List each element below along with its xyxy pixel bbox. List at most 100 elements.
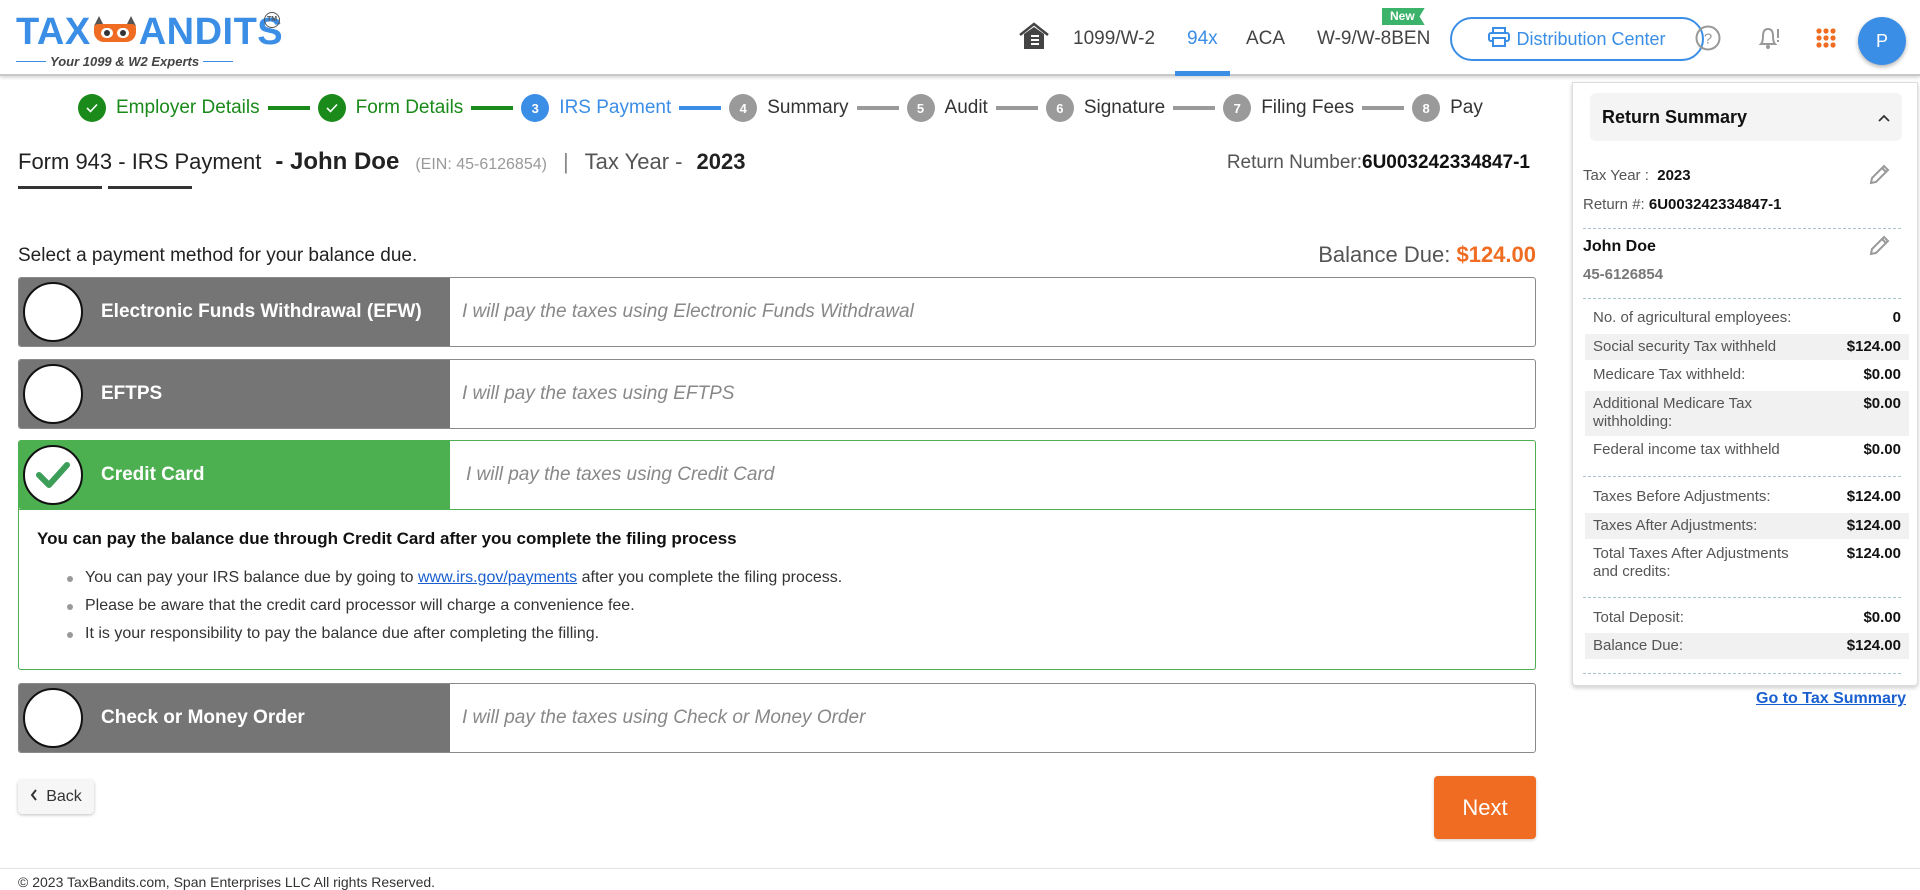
nav-aca[interactable]: ACA	[1246, 0, 1285, 76]
title-underline	[18, 186, 192, 189]
nav-94x[interactable]: 94x	[1175, 0, 1230, 76]
step-pay[interactable]: 8 Pay	[1412, 94, 1483, 122]
tax-year-label: Tax Year -	[584, 149, 683, 174]
radio-button[interactable]	[23, 688, 83, 748]
option-description: I will pay the taxes using Check or Mone…	[462, 707, 866, 728]
step-employer-details[interactable]: Employer Details	[78, 94, 260, 122]
option-title: Credit Card	[101, 464, 205, 485]
list-item: Please be aware that the credit card pro…	[67, 597, 1517, 615]
credit-card-heading: You can pay the balance due through Cred…	[37, 529, 737, 548]
step-signature[interactable]: 6 Signature	[1045, 94, 1165, 122]
edit-pencil-icon[interactable]	[1867, 163, 1891, 187]
summary-row: Total Deposit: $0.00	[1593, 609, 1901, 626]
logo-tagline: Your 1099 & W2 Experts	[50, 54, 200, 69]
step-connector	[679, 106, 722, 110]
option-description: I will pay the taxes using EFTPS	[462, 383, 735, 404]
payment-option-check-money-order[interactable]: Check or Money Order I will pay the taxe…	[18, 683, 1536, 753]
step-irs-payment[interactable]: 3 IRS Payment	[521, 94, 671, 122]
dashed-divider	[1583, 597, 1901, 598]
summary-row: Total Taxes After Adjustments and credit…	[1593, 545, 1901, 580]
step-connector	[267, 106, 310, 110]
step-number: 6	[1045, 94, 1074, 122]
logo-text-right: ANDITS	[138, 11, 284, 53]
page-title: Form 943 - IRS Payment - John Doe (EIN: …	[18, 148, 745, 176]
summary-employer-ein: 45-6126854	[1583, 266, 1664, 283]
logo-text-left: TAX	[16, 11, 91, 53]
return-summary-panel: Return Summary Tax Year : 2023 Return #:…	[1572, 82, 1918, 686]
summary-return-number: Return #: 6U003242334847-1	[1583, 196, 1782, 213]
home-icon[interactable]	[1018, 20, 1050, 52]
apps-grid-icon[interactable]	[1812, 24, 1840, 52]
dashed-divider	[1583, 228, 1901, 229]
summary-row: Additional Medicare Tax withholding: $0.0…	[1585, 391, 1909, 436]
irs-payments-link[interactable]: www.irs.gov/payments	[418, 569, 577, 586]
summary-row: Balance Due: $124.00	[1585, 633, 1909, 659]
balance-due: Balance Due: $124.00	[1318, 242, 1536, 267]
dashed-divider	[1583, 673, 1901, 674]
return-summary-title: Return Summary	[1602, 106, 1748, 127]
step-connector	[1173, 106, 1216, 110]
summary-row: Social security Tax withheld $124.00	[1585, 334, 1909, 360]
title-separator: |	[562, 149, 569, 174]
option-title: Electronic Funds Withdrawal (EFW)	[101, 301, 422, 322]
employer-name: - John Doe	[275, 148, 400, 175]
step-number: 5	[906, 94, 935, 122]
form-title: Form 943 - IRS Payment	[18, 149, 262, 174]
step-form-details[interactable]: Form Details	[317, 94, 463, 122]
radio-button[interactable]	[23, 364, 83, 424]
taxbandits-logo[interactable]: TAX ANDITS TM Your 1099 & W2 Experts	[16, 10, 286, 70]
payment-option-efw[interactable]: Electronic Funds Withdrawal (EFW) I will…	[18, 277, 1536, 347]
dashed-divider	[1583, 298, 1901, 299]
go-to-tax-summary-link[interactable]: Go to Tax Summary	[1756, 690, 1906, 708]
option-title: Check or Money Order	[101, 707, 305, 728]
dashed-divider	[1583, 476, 1901, 477]
step-summary[interactable]: 4 Summary	[729, 94, 849, 122]
return-summary-toggle[interactable]: Return Summary	[1590, 93, 1902, 141]
bell-icon[interactable]	[1755, 24, 1783, 52]
progress-stepper: Employer Details Form Details 3 IRS Paym…	[78, 94, 1483, 122]
bandit-mask-icon	[92, 16, 138, 46]
distribution-center-label: Distribution Center	[1516, 28, 1666, 49]
radio-button-checked[interactable]	[23, 445, 83, 505]
list-item: You can pay your IRS balance due by goin…	[67, 569, 1517, 587]
step-number: 4	[729, 94, 758, 122]
option-title: EFTPS	[101, 383, 163, 404]
option-description: I will pay the taxes using Electronic Fu…	[462, 301, 914, 322]
new-badge: New	[1382, 8, 1425, 25]
summary-tax-year: Tax Year : 2023	[1583, 167, 1691, 184]
user-avatar[interactable]: P	[1858, 17, 1906, 65]
check-icon	[78, 94, 106, 122]
summary-employer-name: John Doe	[1583, 238, 1656, 255]
credit-card-info-list: You can pay your IRS balance due by goin…	[37, 569, 1517, 643]
step-connector	[1362, 106, 1405, 110]
summary-row: Taxes Before Adjustments: $124.00	[1593, 488, 1901, 505]
step-number: 7	[1223, 94, 1252, 122]
distribution-center-button[interactable]: Distribution Center	[1450, 17, 1704, 61]
step-number: 3	[521, 94, 550, 122]
step-number: 8	[1412, 94, 1441, 122]
radio-button[interactable]	[23, 282, 83, 342]
edit-pencil-icon[interactable]	[1867, 234, 1891, 258]
balance-due-amount: $124.00	[1456, 242, 1536, 267]
step-connector	[995, 106, 1038, 110]
footer-divider	[0, 868, 1920, 869]
nav-1099-w2[interactable]: 1099/W-2	[1073, 0, 1155, 76]
payment-option-credit-card[interactable]: Credit Card I will pay the taxes using C…	[18, 440, 1536, 510]
tax-year-value: 2023	[696, 149, 746, 174]
step-connector	[471, 106, 514, 110]
select-payment-label: Select a payment method for your balance…	[18, 245, 418, 266]
next-button[interactable]: Next	[1434, 776, 1536, 839]
step-audit[interactable]: 5 Audit	[906, 94, 988, 122]
trademark-icon: TM	[264, 12, 280, 28]
back-button[interactable]: Back	[18, 780, 94, 814]
employer-ein: (EIN: 45-6126854)	[415, 156, 547, 173]
step-connector	[856, 106, 899, 110]
help-icon[interactable]: ?	[1694, 24, 1722, 52]
summary-row: No. of agricultural employees: 0	[1593, 309, 1901, 326]
chevron-up-icon	[1878, 109, 1890, 125]
summary-row: Taxes After Adjustments: $124.00	[1585, 513, 1909, 539]
check-icon	[317, 94, 346, 122]
credit-card-details-panel: You can pay the balance due through Cred…	[18, 509, 1536, 670]
payment-option-eftps[interactable]: EFTPS I will pay the taxes using EFTPS	[18, 359, 1536, 429]
step-filing-fees[interactable]: 7 Filing Fees	[1223, 94, 1354, 122]
